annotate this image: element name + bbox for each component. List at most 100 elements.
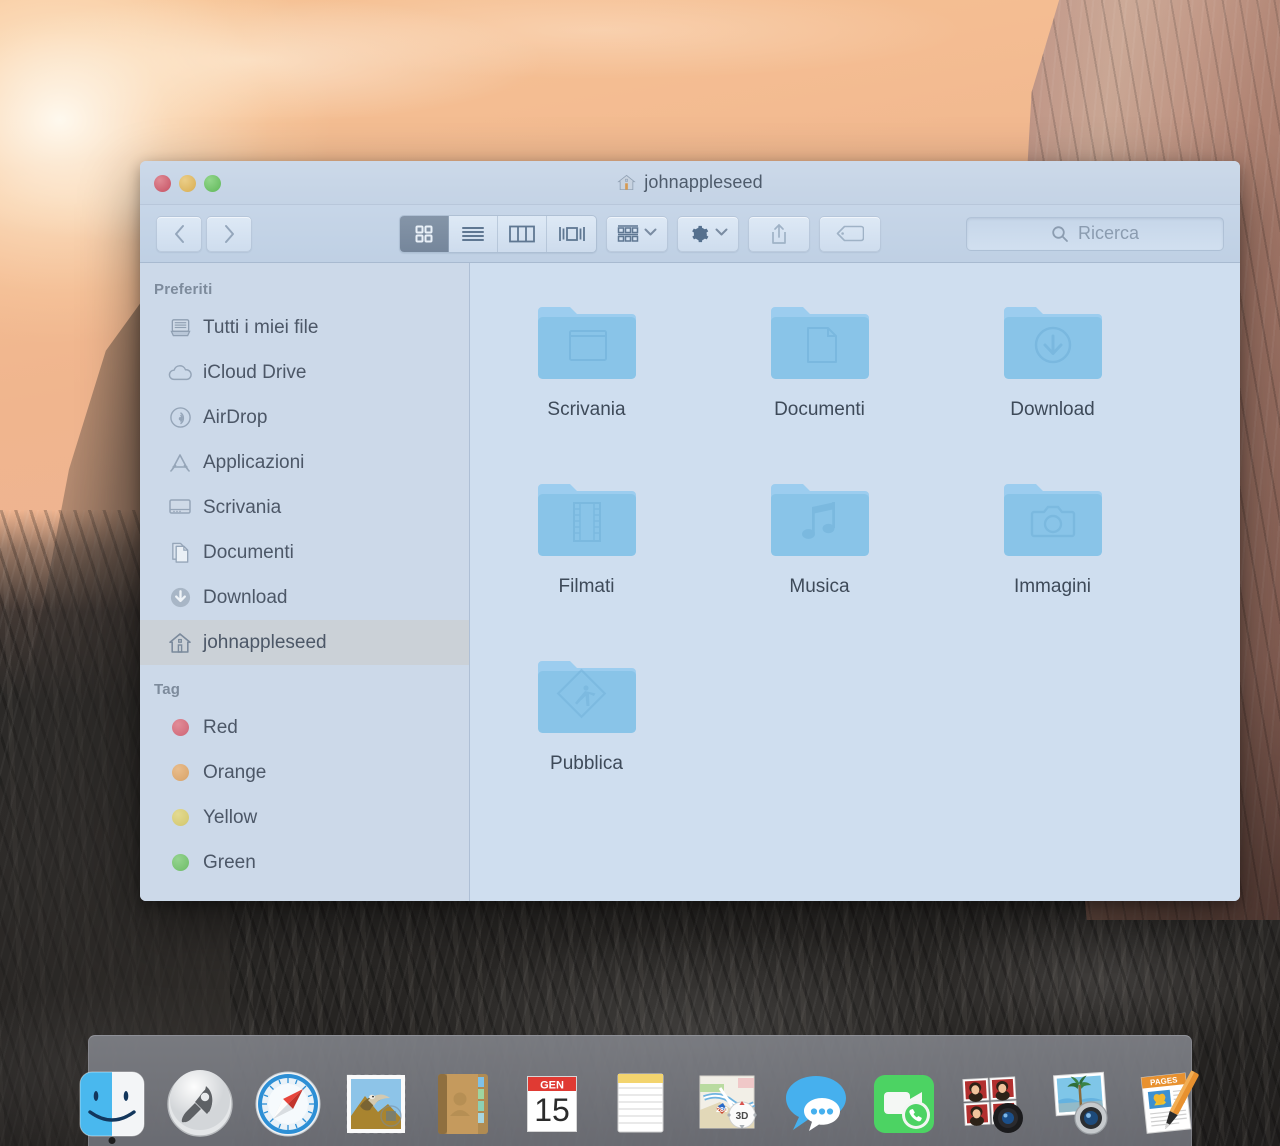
notes-icon xyxy=(602,1066,678,1142)
sidebar-item-scrivania[interactable]: Scrivania xyxy=(140,485,469,530)
sidebar-section-preferiti-title: Preferiti xyxy=(140,275,469,305)
maps-route-number: 280 xyxy=(716,1107,728,1114)
folder-item[interactable]: Pubblica xyxy=(470,641,703,818)
chevron-down-icon xyxy=(644,228,657,239)
folder-label: Musica xyxy=(789,576,849,598)
forward-button[interactable] xyxy=(206,216,252,252)
folder-label: Pubblica xyxy=(550,753,623,775)
sidebar-item-label: Red xyxy=(203,717,238,739)
folder-grid: Scrivania Documenti xyxy=(470,287,1240,818)
tag-icon xyxy=(836,225,864,242)
downloads-icon xyxy=(168,586,192,610)
sidebar-item-icloud-drive[interactable]: iCloud Drive xyxy=(140,350,469,395)
dock-item-pages[interactable]: PAGES xyxy=(1129,1054,1207,1142)
dock-item-iphoto[interactable] xyxy=(1041,1054,1119,1142)
dock-item-mail[interactable] xyxy=(337,1054,415,1142)
dock-item-facetime[interactable] xyxy=(865,1054,943,1142)
share-button[interactable] xyxy=(748,216,810,252)
folder-item[interactable]: Scrivania xyxy=(470,287,703,464)
tag-dot-icon xyxy=(168,716,192,740)
search-placeholder: Ricerca xyxy=(1078,223,1139,244)
dock-item-messages[interactable] xyxy=(777,1054,855,1142)
folder-item[interactable]: Documenti xyxy=(703,287,936,464)
dock-item-photo-booth[interactable] xyxy=(953,1054,1031,1142)
icon-view-button[interactable] xyxy=(400,216,449,252)
sidebar-item-johnappleseed[interactable]: johnappleseed xyxy=(140,620,469,665)
folder-item[interactable]: Musica xyxy=(703,464,936,641)
sidebar-item-label: johnappleseed xyxy=(203,632,327,654)
maps-3d-label: 3D xyxy=(736,1111,749,1122)
arrange-button[interactable] xyxy=(606,216,668,252)
sidebar-item-label: Yellow xyxy=(203,807,257,829)
dock-items: GEN 15 xyxy=(73,1054,1207,1142)
search-field[interactable]: Ricerca xyxy=(966,217,1224,251)
window-titlebar[interactable]: johnappleseed xyxy=(140,161,1240,205)
folder-label: Download xyxy=(1010,399,1095,421)
messages-icon xyxy=(778,1066,854,1142)
calendar-day: 15 xyxy=(534,1092,570,1128)
sidebar-item-airdrop[interactable]: AirDrop xyxy=(140,395,469,440)
tag-dot-icon xyxy=(168,851,192,875)
sidebar-item-label: Orange xyxy=(203,762,266,784)
documents-folder-icon xyxy=(767,299,873,387)
sidebar-item-documenti[interactable]: Documenti xyxy=(140,530,469,575)
view-mode-segmented-control xyxy=(399,215,597,253)
list-view-button[interactable] xyxy=(449,216,498,252)
navigation-buttons xyxy=(156,216,252,252)
folder-label: Immagini xyxy=(1014,576,1091,598)
home-icon xyxy=(617,173,636,192)
sidebar-section-tag-title: Tag xyxy=(140,665,469,705)
safari-icon xyxy=(250,1066,326,1142)
sidebar-item-tag-orange[interactable]: Orange xyxy=(140,750,469,795)
back-button[interactable] xyxy=(156,216,202,252)
dock-item-safari[interactable] xyxy=(249,1054,327,1142)
sidebar-item-label: AirDrop xyxy=(203,407,267,429)
dock-item-maps[interactable]: 280 3D xyxy=(689,1054,767,1142)
coverflow-view-button[interactable] xyxy=(547,216,596,252)
launchpad-icon xyxy=(162,1066,238,1142)
share-icon xyxy=(769,223,789,245)
gear-icon xyxy=(688,223,710,245)
folder-label: Scrivania xyxy=(547,399,625,421)
applications-icon xyxy=(168,451,192,475)
iphoto-icon xyxy=(1042,1066,1118,1142)
search-icon xyxy=(1051,225,1069,243)
window-title-bar-content: johnappleseed xyxy=(140,172,1240,193)
sidebar-item-applicazioni[interactable]: Applicazioni xyxy=(140,440,469,485)
calendar-month: GEN xyxy=(540,1080,564,1092)
pictures-folder-icon xyxy=(1000,476,1106,564)
tag-button[interactable] xyxy=(819,216,881,252)
column-view-button[interactable] xyxy=(498,216,547,252)
folder-item[interactable]: Filmati xyxy=(470,464,703,641)
action-button[interactable] xyxy=(677,216,739,252)
desktop-folder-icon xyxy=(534,299,640,387)
home-icon xyxy=(168,631,192,655)
dock-item-calendar[interactable]: GEN 15 xyxy=(513,1054,591,1142)
dock-item-finder[interactable] xyxy=(73,1054,151,1142)
folder-item[interactable]: Download xyxy=(936,287,1169,464)
movies-folder-icon xyxy=(534,476,640,564)
dock-item-launchpad[interactable] xyxy=(161,1054,239,1142)
dock-item-contacts[interactable] xyxy=(425,1054,503,1142)
contacts-icon xyxy=(426,1066,502,1142)
dock: GEN 15 xyxy=(88,1035,1192,1146)
sidebar-item-tag-red[interactable]: Red xyxy=(140,705,469,750)
documents-icon xyxy=(168,541,192,565)
finder-toolbar: Ricerca xyxy=(140,205,1240,263)
dock-item-notes[interactable] xyxy=(601,1054,679,1142)
folder-label: Documenti xyxy=(774,399,865,421)
all-files-icon xyxy=(168,316,192,340)
folder-item[interactable]: Immagini xyxy=(936,464,1169,641)
sidebar-item-tag-yellow[interactable]: Yellow xyxy=(140,795,469,840)
calendar-icon: GEN 15 xyxy=(514,1066,590,1142)
running-indicator-dot xyxy=(109,1137,116,1144)
sidebar-item-label: Documenti xyxy=(203,542,294,564)
sidebar-item-download[interactable]: Download xyxy=(140,575,469,620)
cloud-icon xyxy=(168,361,192,385)
public-folder-icon xyxy=(534,653,640,741)
sidebar-item-tutti-i-miei-file[interactable]: Tutti i miei file xyxy=(140,305,469,350)
sidebar-item-tag-green[interactable]: Green xyxy=(140,840,469,885)
airdrop-icon xyxy=(168,406,192,430)
window-title-text: johnappleseed xyxy=(644,172,762,193)
chevron-down-icon xyxy=(715,228,728,239)
